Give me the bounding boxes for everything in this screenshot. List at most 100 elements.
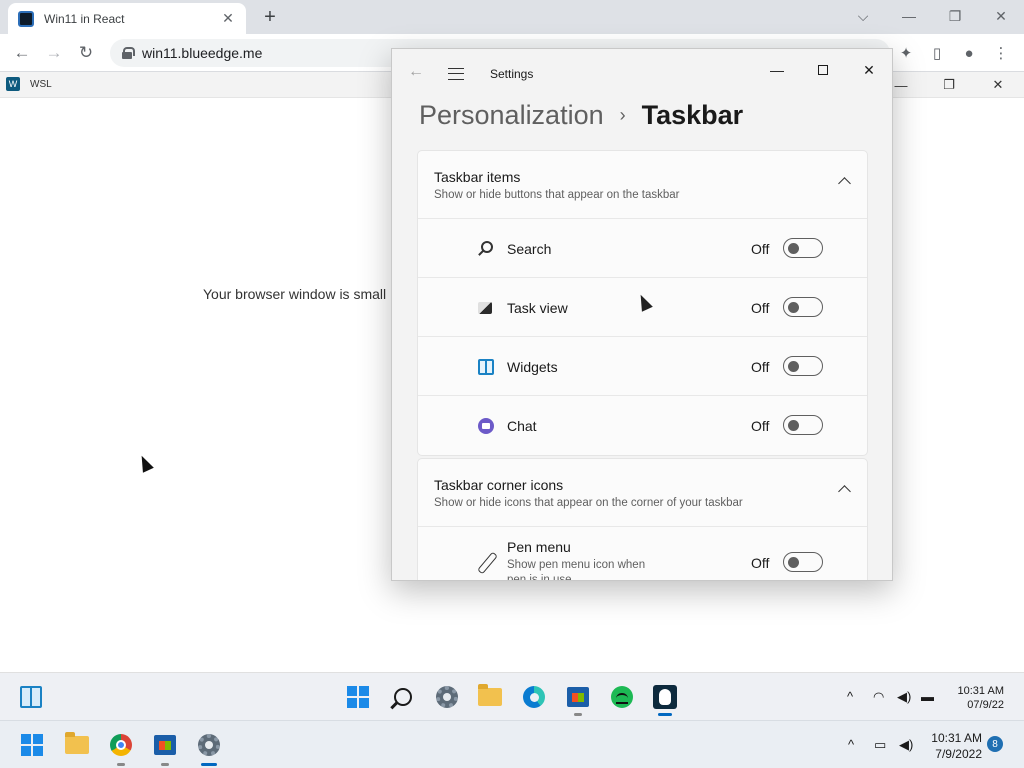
browser-tab[interactable]: Win11 in React ✕ [8, 3, 246, 34]
side-panel-icon[interactable]: ▯ [926, 42, 948, 64]
settings-icon[interactable] [434, 684, 460, 710]
tray-overflow-icon[interactable]: ^ [847, 689, 853, 704]
app-date: 07/9/22 [967, 699, 1004, 711]
browser-minimize-button[interactable]: — [886, 4, 932, 28]
running-indicator [574, 713, 582, 716]
settings-maximize-button[interactable] [800, 55, 846, 85]
maximize-icon [818, 65, 828, 75]
tab-title: Win11 in React [44, 11, 125, 26]
file-explorer-icon[interactable] [64, 732, 90, 758]
back-arrow-icon[interactable]: ← [408, 63, 424, 81]
settings-minimize-button[interactable]: — [754, 55, 800, 85]
edge-icon[interactable] [521, 684, 547, 710]
chat-toggle[interactable] [783, 415, 823, 435]
search-icon[interactable] [390, 684, 416, 710]
search-icon [481, 241, 493, 253]
running-indicator [117, 763, 125, 766]
chevron-up-icon[interactable] [838, 177, 851, 190]
start-icon[interactable] [345, 684, 371, 710]
wifi-icon[interactable]: ◠ [873, 689, 884, 705]
widgets-icon [478, 359, 494, 375]
task-view-icon [478, 302, 492, 314]
chevron-right-icon: › [619, 104, 626, 125]
setting-label: Task view [507, 300, 568, 316]
pen-menu-toggle[interactable] [783, 552, 823, 572]
widgets-icon[interactable] [18, 684, 44, 710]
section-subtitle: Show or hide buttons that appear on the … [434, 189, 680, 201]
tab-search-chevron-icon[interactable]: ⌵ [840, 4, 886, 28]
wsl-app-title: WSL [30, 79, 52, 90]
corner-icons-header[interactable]: Taskbar corner icons Show or hide icons … [418, 459, 867, 527]
section-subtitle: Show or hide icons that appear on the co… [434, 497, 743, 509]
tab-close-icon[interactable]: ✕ [220, 10, 236, 27]
breadcrumb-parent[interactable]: Personalization [419, 100, 604, 131]
settings-title-bar: ← Settings — ✕ [392, 49, 892, 97]
pen-icon [476, 552, 496, 572]
setting-row-chat: Chat Off [418, 396, 867, 455]
battery-icon[interactable]: ▬ [921, 689, 934, 704]
store-icon[interactable] [152, 732, 178, 758]
setting-label: Pen menu [507, 539, 571, 555]
taskbar-items-header[interactable]: Taskbar items Show or hide buttons that … [418, 151, 867, 219]
app-time: 10:31 AM [957, 685, 1004, 697]
tray-overflow-icon[interactable]: ^ [848, 737, 854, 752]
settings-close-button[interactable]: ✕ [846, 55, 892, 85]
settings-app-title: Settings [490, 67, 534, 81]
browser-tab-strip: Win11 in React ✕ + ⌵ — ❐ ✕ [0, 0, 1024, 34]
chevron-up-icon[interactable] [838, 485, 851, 498]
app-clock[interactable]: 10:31 AM 07/9/22 [950, 684, 1004, 712]
toggle-state: Off [751, 359, 770, 375]
search-toggle[interactable] [783, 238, 823, 258]
notification-badge[interactable]: 8 [987, 736, 1003, 752]
browser-close-button[interactable]: ✕ [978, 4, 1024, 28]
active-indicator [201, 763, 217, 766]
back-arrow-icon[interactable]: ← [8, 39, 36, 67]
hamburger-menu-icon[interactable] [448, 68, 464, 80]
toggle-state: Off [751, 555, 770, 571]
toggle-state: Off [751, 300, 770, 316]
active-indicator [658, 713, 672, 716]
setting-label: Search [507, 241, 552, 257]
extensions-icon[interactable]: ✦ [895, 42, 917, 64]
store-icon[interactable] [565, 684, 591, 710]
running-indicator [161, 763, 169, 766]
browser-restore-button[interactable]: ❐ [932, 4, 978, 28]
reload-icon[interactable]: ↻ [72, 39, 100, 67]
taskbar-corner-icons-card: Taskbar corner icons Show or hide icons … [417, 458, 868, 580]
breadcrumb: Personalization › Taskbar [419, 97, 743, 133]
volume-icon[interactable]: ◀) [899, 737, 913, 753]
lock-icon [122, 47, 135, 59]
volume-icon[interactable]: ◀) [897, 689, 911, 705]
wsl-icon[interactable] [652, 684, 678, 710]
task-view-toggle[interactable] [783, 297, 823, 317]
widgets-toggle[interactable] [783, 356, 823, 376]
new-tab-button[interactable]: + [258, 6, 282, 28]
page-title: Taskbar [641, 99, 744, 130]
setting-label: Widgets [507, 359, 558, 375]
address-url: win11.blueedge.me [142, 45, 263, 61]
mouse-cursor-icon [136, 453, 154, 473]
host-taskbar: ^ ▭ ◀) 10:31 AM 7/9/2022 [0, 720, 1024, 768]
host-clock[interactable]: 10:31 AM 7/9/2022 [924, 730, 982, 762]
settings-window: ← Settings — ✕ Personalization › Taskbar… [391, 48, 893, 581]
settings-icon[interactable] [196, 732, 222, 758]
section-title: Taskbar items [434, 169, 521, 185]
toggle-state: Off [751, 418, 770, 434]
chat-icon [478, 418, 494, 434]
browser-menu-icon[interactable]: ⋮ [990, 42, 1012, 64]
host-date: 7/9/2022 [935, 747, 982, 761]
wsl-close-button[interactable]: ✕ [983, 75, 1013, 95]
start-icon[interactable] [19, 732, 45, 758]
file-explorer-icon[interactable] [477, 684, 503, 710]
app-taskbar: ^ ◠ ◀) ▬ 10:31 AM 07/9/22 [0, 672, 1024, 720]
small-window-message: Your browser window is small [203, 286, 387, 302]
network-icon[interactable]: ▭ [874, 737, 886, 753]
profile-avatar-icon[interactable]: ● [958, 42, 980, 64]
spotify-icon[interactable] [609, 684, 635, 710]
forward-arrow-icon[interactable]: → [40, 39, 68, 67]
chrome-icon[interactable] [108, 732, 134, 758]
setting-label: Chat [507, 418, 537, 434]
favicon-icon [18, 10, 34, 27]
wsl-restore-button[interactable]: ❐ [934, 75, 964, 95]
wsl-app-icon: W [6, 77, 20, 91]
